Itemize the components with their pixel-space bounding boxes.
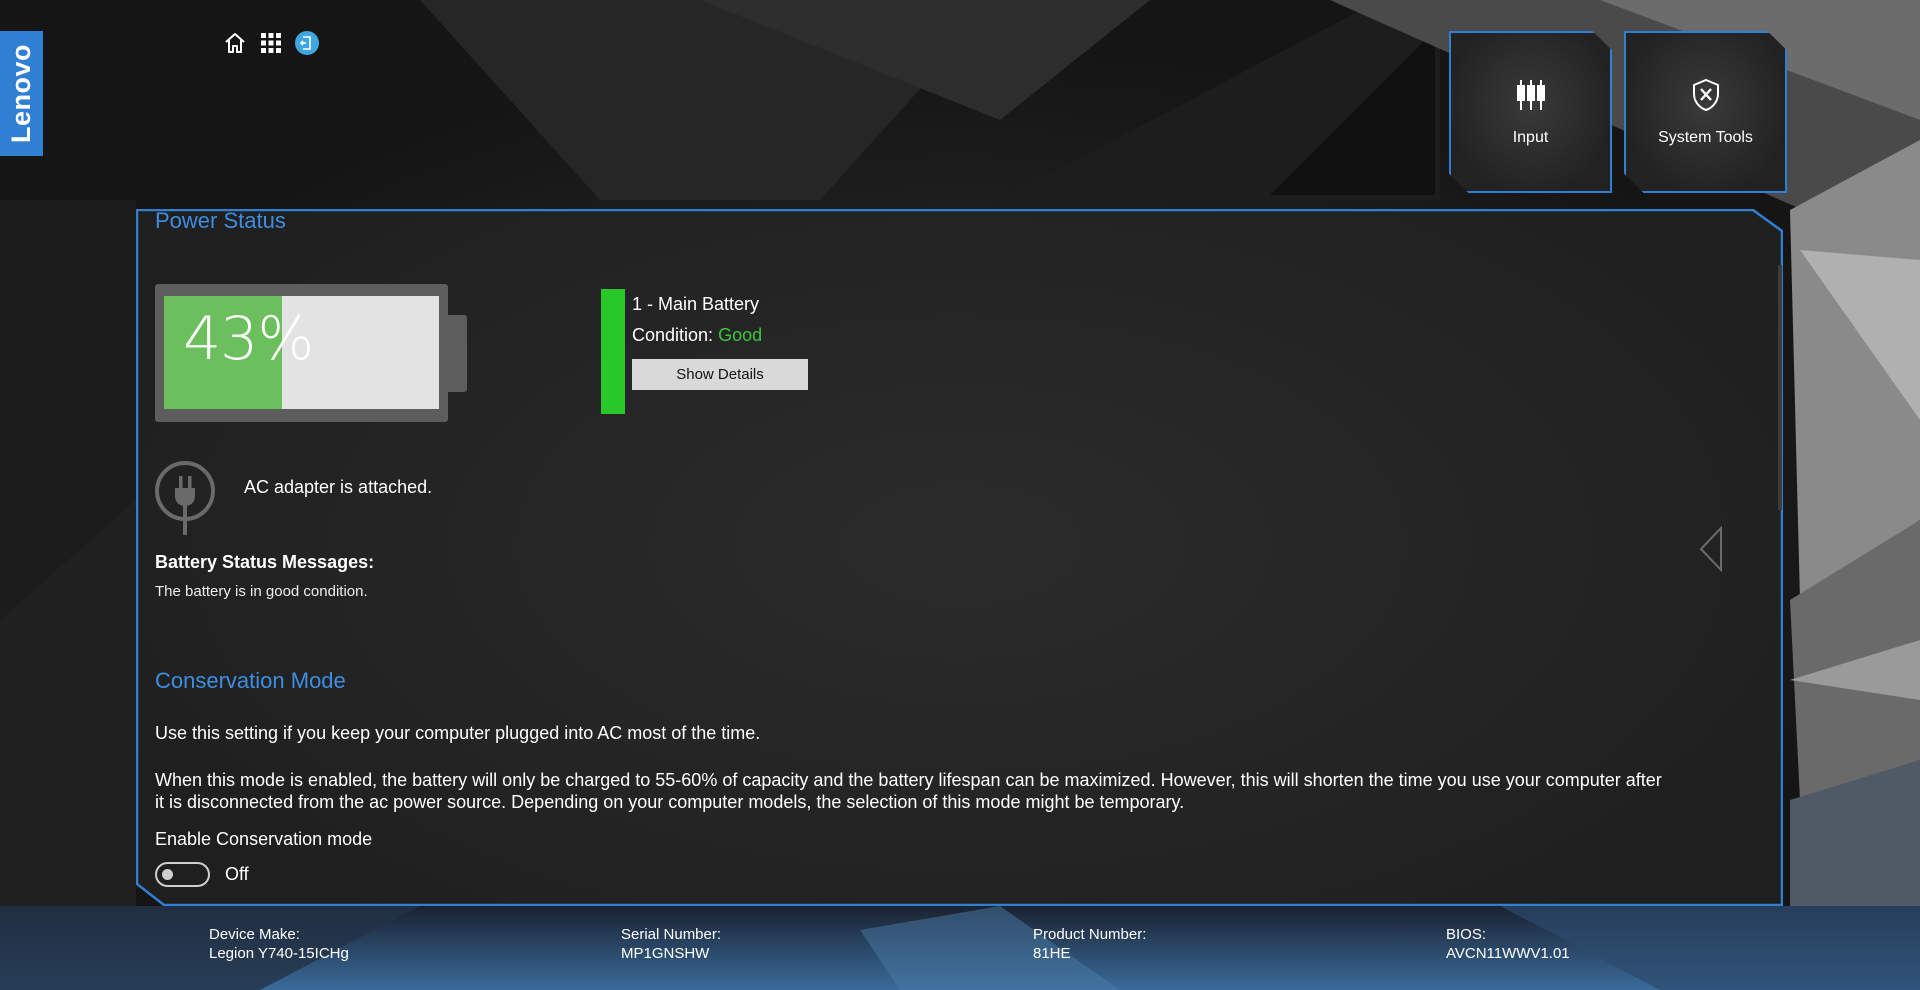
- battery-messages-title: Battery Status Messages:: [155, 552, 375, 572]
- home-icon[interactable]: [222, 30, 248, 56]
- battery-condition-value: Good: [718, 325, 763, 345]
- system-tools-tile-label: System Tools: [1658, 128, 1753, 146]
- conservation-description: When this mode is enabled, the battery w…: [155, 770, 1662, 812]
- conservation-mode-title: Conservation Mode: [155, 668, 346, 693]
- input-tile[interactable]: Input: [1449, 31, 1612, 193]
- system-tools-icon: [1691, 78, 1721, 117]
- battery-health-bar: [601, 289, 625, 414]
- conservation-toggle-knob: [162, 869, 173, 880]
- conservation-intro: Use this setting if you keep your comput…: [155, 723, 761, 743]
- device-make-value: Legion Y740-15ICHg: [209, 945, 349, 962]
- battery-messages-text: The battery is in good condition.: [155, 583, 368, 600]
- collapse-arrow-icon[interactable]: [1697, 525, 1723, 573]
- lenovo-logo: Lenovo: [0, 31, 43, 156]
- apps-grid-icon[interactable]: [258, 30, 284, 56]
- product-number-value: 81HE: [1033, 945, 1071, 962]
- battery-condition-label: Condition:: [632, 325, 714, 345]
- input-sliders-icon: [1516, 78, 1546, 117]
- ac-plug-icon: [154, 460, 218, 536]
- battery-gauge-tip: [448, 315, 467, 392]
- top-nav: [222, 30, 320, 56]
- input-tile-label: Input: [1512, 128, 1549, 146]
- serial-number-value: MP1GNSHW: [621, 945, 710, 962]
- lenovo-logo-text: Lenovo: [6, 43, 37, 144]
- conservation-toggle-state: Off: [225, 864, 249, 884]
- battery-condition: Condition: Good: [632, 325, 762, 346]
- product-number-label: Product Number:: [1033, 926, 1147, 943]
- show-details-button[interactable]: Show Details: [632, 359, 808, 390]
- footer-device-make: Device Make: Legion Y740-15ICHg: [209, 925, 349, 963]
- panel-scrollbar[interactable]: [1778, 265, 1782, 510]
- footer-serial-number: Serial Number: MP1GNSHW: [621, 925, 721, 963]
- ac-adapter-status: AC adapter is attached.: [244, 477, 433, 497]
- power-status-title: Power Status: [155, 208, 286, 233]
- battery-gauge-inner: 43%: [164, 296, 439, 409]
- battery-percent: 43%: [183, 304, 314, 374]
- serial-number-label: Serial Number:: [621, 926, 722, 943]
- conservation-toggle[interactable]: [155, 862, 210, 887]
- system-tools-tile[interactable]: System Tools: [1624, 31, 1787, 193]
- device-make-label: Device Make:: [209, 926, 300, 943]
- bios-label: BIOS:: [1446, 926, 1487, 943]
- conservation-toggle-label: Enable Conservation mode: [155, 829, 373, 849]
- battery-name: 1 - Main Battery: [632, 294, 760, 314]
- exit-icon[interactable]: [294, 30, 320, 56]
- footer-bios: BIOS: AVCN11WWV1.01: [1446, 925, 1570, 963]
- battery-gauge: 43%: [155, 284, 448, 422]
- footer-product-number: Product Number: 81HE: [1033, 925, 1146, 963]
- bios-value: AVCN11WWV1.01: [1446, 945, 1570, 962]
